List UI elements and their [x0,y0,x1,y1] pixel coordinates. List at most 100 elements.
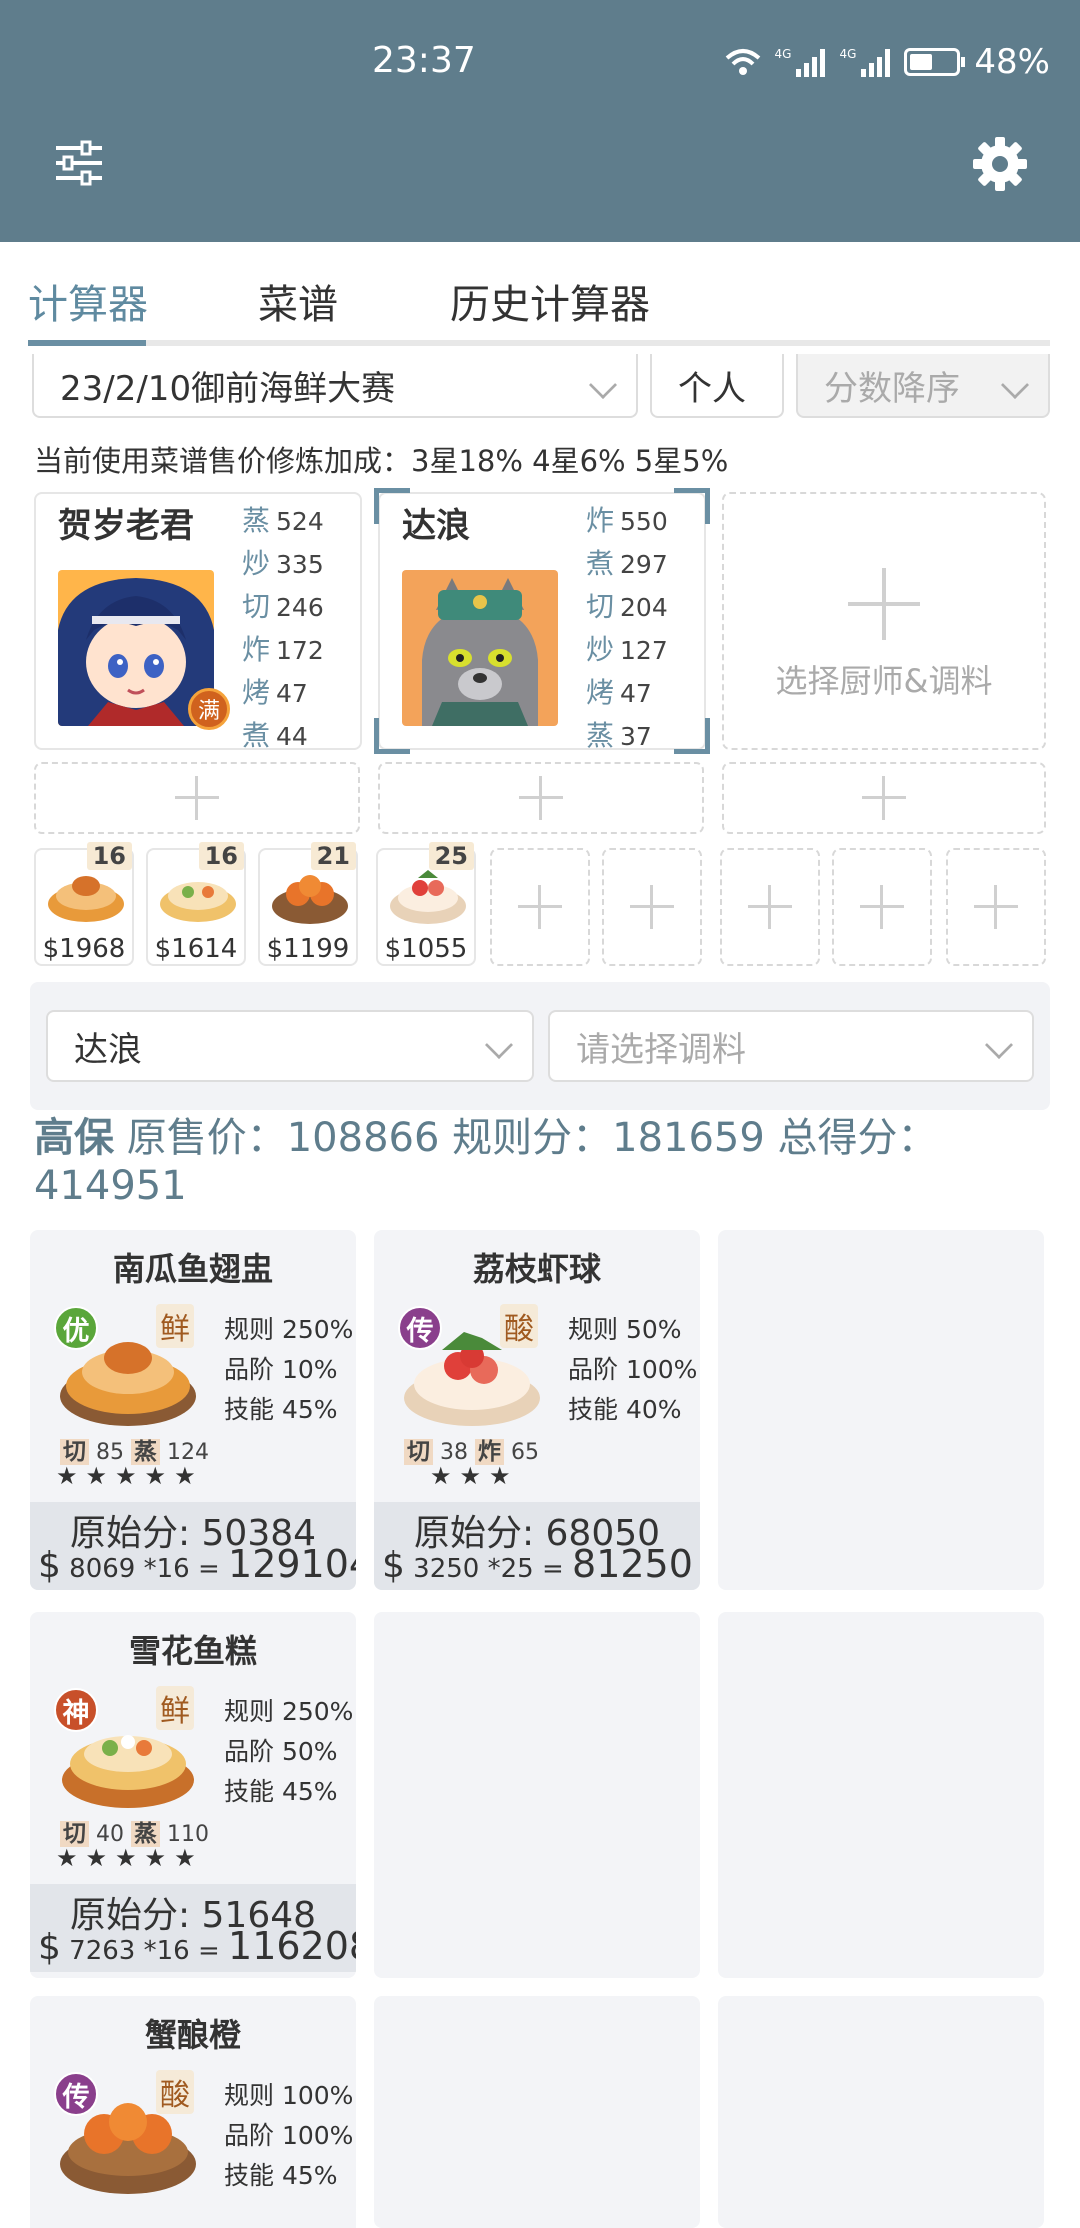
empty-dish-slot[interactable] [490,848,590,966]
empty-recipe-card [374,1996,700,2228]
plus-icon [518,885,562,929]
empty-recipe-card [718,1230,1044,1590]
recipe-name: 荔枝虾球 [472,1250,601,1288]
recipe-name: 蟹酿橙 [144,2016,241,2054]
recipe-name: 南瓜鱼翅盅 [112,1250,273,1288]
status-time: 23:37 [372,40,476,81]
add-chef-slot[interactable]: 选择厨师&调料 [722,492,1046,750]
recipe-stats: 规则 250% 品阶 10% 技能 45% [224,1315,354,1424]
plus-icon [175,776,219,820]
selection-corner [674,488,710,524]
chevron-down-icon [588,370,618,400]
plus-icon [519,776,563,820]
app-header: 23:37 4G 4G 48% [0,0,1080,242]
recipe-stats: 规则 100% 品阶 100% 技能 45% [224,2081,354,2190]
contest-select[interactable]: 23/2/10御前海鲜大赛 [32,354,638,418]
chef-avatar [402,570,558,726]
equip-slot-2[interactable] [378,762,704,834]
chef-card-1[interactable]: 贺岁老君 满 蒸 524 炒 335 切 246 炸 172 烤 47 煮 44 [34,492,362,752]
status-icons: 4G 4G 48% [725,42,1050,82]
dish-slot-2[interactable]: 16 $1614 [146,842,246,966]
dish-slot-4[interactable]: 25 $1055 [376,842,476,966]
price-calc: $ 3250 *25 = 81250 [382,1542,693,1586]
tab-calculator[interactable]: 计算器 [28,272,148,330]
dish-crab-orange-icon [272,875,348,924]
battery-percent: 48% [974,42,1050,82]
sort-select-value: 分数降序 [824,368,960,409]
cook-requirements: 切 38 炸 65 [404,1432,539,1466]
dish-slot-3[interactable]: 21 $1199 [258,842,358,966]
chevron-down-icon [1000,370,1030,400]
recipe-card[interactable]: 荔枝虾球 传 酸 规则 50% 品阶 100% 技能 40% 切 38 炸 65 ★… [374,1230,700,1590]
empty-dish-slot[interactable] [946,848,1046,966]
tab-bar: 计算器 菜谱 历史计算器 [0,242,1080,350]
score-summary: 高保 原售价：108866 规则分：181659 总得分：414951 [34,1114,1044,1210]
star-rating: ★★★★★ [56,1844,204,1872]
mode-select[interactable]: 个人 [650,354,784,418]
score-footer: 原始分: 51648 $ 7263 *16 = 116208 [30,1884,356,1972]
empty-recipe-card [718,1996,1044,2228]
plus-icon [860,885,904,929]
sort-select[interactable]: 分数降序 [796,354,1050,418]
chef-select-value: 达浪 [74,1029,142,1070]
equip-slot-1[interactable] [34,762,360,834]
dish-fishcake-icon [160,882,236,922]
cook-requirements: 切 40 蒸 110 [60,1814,209,1848]
empty-dish-slot[interactable] [832,848,932,966]
chef-name: 贺岁老君 [58,506,194,546]
plus-icon [862,776,906,820]
plus-icon [974,885,1018,929]
dish-lychee-shrimp-icon [390,870,466,924]
recipe-card[interactable]: 雪花鱼糕 神 鲜 规则 250% 品阶 50% 技能 45% 切 40 蒸 110 … [30,1612,356,1978]
dish-pumpkin-icon [48,876,124,922]
recipe-card[interactable]: 南瓜鱼翅盅 优 鲜 规则 250% 品阶 10% 技能 45% 切 85 蒸 124… [30,1230,356,1590]
recipe-card[interactable]: 蟹酿橙 传 酸 规则 100% 品阶 100% 技能 45% [30,1996,356,2228]
tab-history-calculator[interactable]: 历史计算器 [450,272,650,330]
chef-skills: 蒸 524 炒 335 切 246 炸 172 烤 47 煮 44 [242,504,324,752]
plus-icon [848,568,920,640]
summary-text: 原售价：108866 规则分：181659 总得分：414951 [34,1115,938,1209]
price-calc: $ 8069 *16 = 129104 [38,1542,356,1586]
gear-icon[interactable] [972,136,1028,192]
chef-card-2[interactable]: 达浪 炸 550 煮 297 切 204 炒 127 烤 47 蒸 37 [374,488,710,754]
score-footer: 原始分: 50384 $ 8069 *16 = 129104 [30,1502,356,1590]
taste-tag: 酸 [500,1304,538,1348]
empty-dish-slot[interactable] [602,848,702,966]
chef-select[interactable]: 达浪 [46,1010,534,1082]
plus-icon [748,885,792,929]
rank-badge: 优 [54,1306,98,1350]
sliders-menu-icon[interactable] [54,140,104,186]
dish-price: $1968 [42,934,126,964]
taste-tag: 鲜 [156,1304,194,1348]
max-level-badge: 满 [188,688,230,730]
tab-divider [28,340,1050,346]
dish-price: $1055 [384,934,468,964]
taste-tag: 鲜 [156,1686,194,1730]
price-bonus-text: 当前使用菜谱售价修炼加成：3星18% 4星6% 5星5% [34,444,729,478]
seasoning-select[interactable]: 请选择调料 [548,1010,1034,1082]
recipe-stats: 规则 250% 品阶 50% 技能 45% [224,1697,354,1806]
wifi-icon [725,49,760,75]
add-chef-label: 选择厨师&调料 [775,662,993,700]
tab-active-indicator [28,340,146,346]
signal-icon: 4G [775,47,826,77]
empty-dish-slot[interactable] [720,848,820,966]
rank-badge: 神 [54,1688,98,1732]
recipe-name: 雪花鱼糕 [128,1632,257,1670]
dish-price: $1614 [154,934,238,964]
seasoning-select-placeholder: 请选择调料 [576,1029,746,1070]
summary-label: 高保 [34,1115,114,1161]
recipe-stats: 规则 50% 品阶 100% 技能 40% [568,1315,698,1424]
star-rating: ★★★ [430,1462,519,1490]
empty-recipe-card [374,1612,700,1978]
signal-icon-2: 4G [839,47,891,77]
tab-recipes[interactable]: 菜谱 [258,272,338,330]
rank-badge: 传 [54,2072,98,2116]
contest-select-value: 23/2/10御前海鲜大赛 [60,368,396,409]
equip-slot-3[interactable] [722,762,1046,834]
price-calc: $ 7263 *16 = 116208 [38,1924,356,1968]
cook-requirements: 切 85 蒸 124 [60,1432,209,1466]
score-footer: 原始分: 68050 $ 3250 *25 = 81250 [374,1502,700,1590]
star-rating: ★★★★★ [56,1462,204,1490]
dish-slot-1[interactable]: 16 $1968 [34,842,134,966]
